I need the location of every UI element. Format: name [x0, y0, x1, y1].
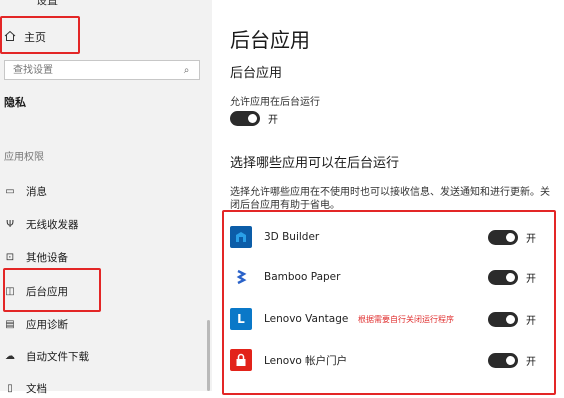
- sidebar-item-other-devices[interactable]: ⊡ 其他设备: [4, 247, 68, 267]
- diagnostics-icon: ▤: [5, 318, 15, 330]
- app-name: Lenovo Vantage: [264, 313, 349, 325]
- lenovo-vantage-icon: L: [230, 308, 252, 330]
- app-toggle[interactable]: [488, 230, 518, 245]
- app-toggle[interactable]: [488, 312, 518, 327]
- main-content: 后台应用 后台应用 允许应用在后台运行 开 选择哪些应用可以在后台运行 选择允许…: [212, 0, 564, 395]
- app-name: 3D Builder: [264, 231, 320, 243]
- sidebar-item-label: 无线收发器: [26, 218, 79, 231]
- sidebar-item-label: 自动文件下载: [26, 350, 89, 363]
- 3d-builder-icon: [230, 226, 252, 248]
- annotation-note: 根据需要自行关闭运行程序: [358, 315, 454, 324]
- app-toggle[interactable]: [488, 353, 518, 368]
- sidebar-item-label: 其他设备: [26, 251, 68, 264]
- choose-apps-description: 选择允许哪些应用在不使用时也可以接收信息、发送通知和进行更新。关闭后台应用有助于…: [230, 187, 550, 211]
- document-icon: ▯: [7, 382, 13, 394]
- sidebar-item-label: 应用诊断: [26, 318, 68, 331]
- devices-icon: ⊡: [5, 251, 15, 263]
- app-permissions-heading: 应用权限: [4, 152, 44, 163]
- app-toggle[interactable]: [488, 270, 518, 285]
- sidebar-item-radios[interactable]: Ψ 无线收发器: [4, 214, 79, 234]
- sidebar-item-label: 后台应用: [26, 285, 68, 298]
- app-row-bamboo-paper: Bamboo Paper 开: [230, 262, 546, 292]
- search-box[interactable]: ⌕: [4, 60, 200, 80]
- search-input[interactable]: [11, 63, 184, 77]
- allow-background-toggle[interactable]: [230, 111, 260, 126]
- toggle-state-label: 开: [268, 115, 278, 126]
- sidebar: 设置 主页 ⌕ 隐私 应用权限 ▭ 消息 Ψ 无线收发器 ⊡ 其他设备 ◫ 后台…: [0, 0, 212, 395]
- toggle-state-label: 开: [526, 316, 536, 327]
- sidebar-item-app-diagnostics[interactable]: ▤ 应用诊断: [4, 314, 68, 334]
- radio-icon: Ψ: [6, 218, 14, 230]
- privacy-heading: 隐私: [4, 96, 26, 109]
- app-name: Bamboo Paper: [264, 271, 341, 283]
- sidebar-item-label: 消息: [26, 185, 47, 198]
- sidebar-scrollbar[interactable]: [207, 320, 210, 391]
- app-toggle-row[interactable]: 开: [488, 230, 536, 245]
- sidebar-item-documents[interactable]: ▯ 文档: [4, 378, 47, 398]
- page-title: 后台应用: [230, 28, 310, 52]
- sidebar-item-background-apps[interactable]: ◫ 后台应用: [4, 281, 68, 301]
- section-title: 后台应用: [230, 66, 283, 81]
- app-list: 3D Builder 开 Bamboo Paper 开 L Lenovo Van…: [222, 210, 556, 395]
- toggle-state-label: 开: [526, 357, 536, 368]
- app-row-3d-builder: 3D Builder 开: [230, 222, 546, 252]
- background-apps-icon: ◫: [5, 285, 15, 297]
- app-toggle-row[interactable]: 开: [488, 312, 536, 327]
- search-icon[interactable]: ⌕: [184, 65, 193, 76]
- cloud-icon: ☁: [5, 350, 15, 362]
- home-label: 主页: [24, 31, 46, 44]
- app-toggle-row[interactable]: 开: [488, 270, 536, 285]
- allow-background-label: 允许应用在后台运行: [230, 97, 320, 108]
- bamboo-paper-icon: [230, 266, 252, 288]
- sidebar-item-label: 文档: [26, 382, 47, 395]
- app-name: Lenovo 帐户门户: [264, 354, 348, 367]
- home-icon: [4, 30, 16, 45]
- sidebar-item-messages[interactable]: ▭ 消息: [4, 181, 47, 201]
- lock-icon: [230, 349, 252, 371]
- toggle-state-label: 开: [526, 274, 536, 285]
- allow-background-toggle-row[interactable]: 开: [230, 111, 278, 126]
- choose-apps-heading: 选择哪些应用可以在后台运行: [230, 156, 400, 171]
- app-toggle-row[interactable]: 开: [488, 353, 536, 368]
- sidebar-item-auto-file-downloads[interactable]: ☁ 自动文件下载: [4, 346, 89, 366]
- home-nav-item[interactable]: 主页: [4, 26, 46, 48]
- settings-title: 设置: [36, 0, 58, 7]
- toggle-state-label: 开: [526, 234, 536, 245]
- app-row-lenovo-account-portal: Lenovo 帐户门户 开: [230, 345, 546, 375]
- message-icon: ▭: [5, 185, 15, 197]
